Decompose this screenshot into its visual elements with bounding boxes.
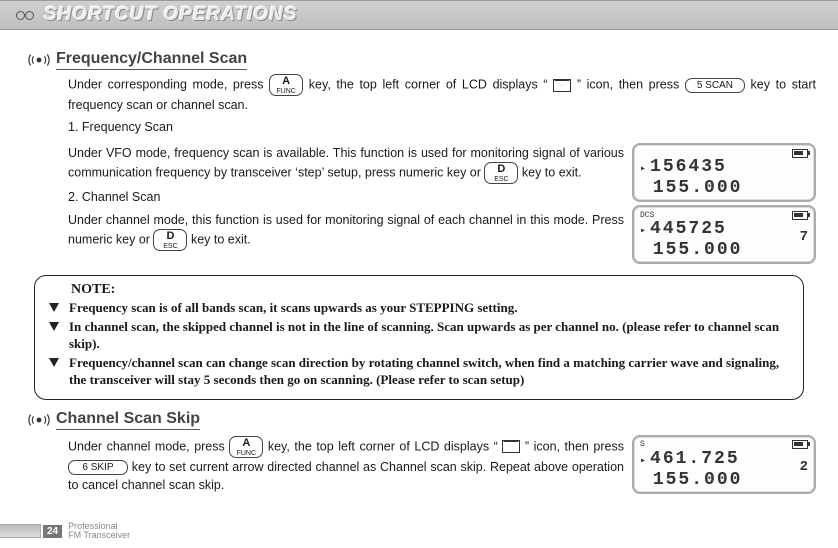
radiowave-icon <box>28 412 50 428</box>
footer-bar <box>0 524 41 538</box>
battery-icon <box>792 440 808 449</box>
battery-icon <box>792 211 808 220</box>
lcd3-row2: 155.000 <box>653 470 743 490</box>
triangle-bullet-icon <box>49 322 59 331</box>
key-5-scan: 5 SCAN <box>685 78 745 93</box>
sec1-label1: 1. Frequency Scan <box>68 118 816 136</box>
key-6-skip: 6 SKIP <box>68 460 128 475</box>
key-a-func: AFUNC <box>269 74 303 96</box>
lcd-stack-2: S ▸461.725 155.000 2 <box>632 432 816 497</box>
sec1-label2: 2. Channel Scan <box>68 188 624 206</box>
lcd3-row1: 461.725 <box>650 449 740 469</box>
banner-title: SHORTCUT OPERATIONS <box>44 4 298 26</box>
lcd2-channel: 7 <box>800 229 808 245</box>
sec1-chan-para: Under channel mode, this function is use… <box>68 211 624 251</box>
lcd-display-1: ▸156435 155.000 <box>632 143 816 202</box>
sec2-p1d: key to set current arrow directed channe… <box>68 460 624 492</box>
sec1-p3a: Under channel mode, this function is use… <box>68 213 624 246</box>
key-d-esc-1: DESC <box>484 162 518 184</box>
key-d-esc-2: DESC <box>153 229 187 251</box>
sec1-p1b: key, the top left corner of LCD displays… <box>309 77 553 91</box>
sec2-p1c: ” icon, then press <box>525 439 624 453</box>
lcd2-row2: 155.000 <box>653 240 743 260</box>
lcd1-row2: 155.000 <box>653 178 743 198</box>
lcd-display-2: DCS ▸445725 155.000 7 <box>632 205 816 264</box>
note-item-3: Frequency/channel scan can change scan d… <box>47 355 791 389</box>
note-box: NOTE: Frequency scan is of all bands sca… <box>34 275 804 399</box>
triangle-bullet-icon <box>49 358 59 367</box>
section2-title: Channel Scan Skip <box>56 410 200 430</box>
battery-icon <box>792 149 808 158</box>
section1-title: Frequency/Channel Scan <box>56 50 247 70</box>
triangle-bullet-icon <box>49 303 59 312</box>
note-item-2: In channel scan, the skipped channel is … <box>47 319 791 353</box>
sec1-intro: Under corresponding mode, press AFUNC ke… <box>68 74 816 114</box>
sec2-p1a: Under channel mode, press <box>68 439 229 453</box>
section1-heading: Frequency/Channel Scan <box>28 50 816 70</box>
lcd3-channel: 2 <box>800 459 808 475</box>
page-footer: 24 Professional FM Transceiver <box>0 522 130 540</box>
lcd-display-3: S ▸461.725 155.000 2 <box>632 435 816 494</box>
page-number: 24 <box>43 525 62 538</box>
banner-bullets <box>16 11 34 20</box>
note-title: NOTE: <box>71 282 791 298</box>
envelope-icon <box>553 79 571 92</box>
radiowave-icon <box>28 52 50 68</box>
sec2-p1b: key, the top left corner of LCD displays… <box>268 439 502 453</box>
sec1-vfo-para: Under VFO mode, frequency scan is availa… <box>68 144 624 184</box>
lcd2-row1: 445725 <box>650 219 727 239</box>
section2-heading: Channel Scan Skip <box>28 410 816 430</box>
key-a-func-2: AFUNC <box>229 436 263 458</box>
footer-line2: FM Transceiver <box>68 531 130 540</box>
sec1-p3b: key to exit. <box>191 232 251 246</box>
sec1-p1c: ” icon, then press <box>577 77 685 91</box>
page-body: Frequency/Channel Scan Under correspondi… <box>0 30 838 498</box>
envelope-icon <box>502 440 520 453</box>
note-item-1: Frequency scan is of all bands scan, it … <box>47 300 791 317</box>
sec1-p1a: Under corresponding mode, press <box>68 77 269 91</box>
lcd1-row1: 156435 <box>650 157 727 177</box>
lcd-stack-1: ▸156435 155.000 DCS ▸445725 155.000 7 <box>632 140 816 267</box>
sec1-p2b: key to exit. <box>522 166 582 180</box>
sec2-para: Under channel mode, press AFUNC key, the… <box>68 436 624 494</box>
page-banner: SHORTCUT OPERATIONS <box>0 0 838 30</box>
